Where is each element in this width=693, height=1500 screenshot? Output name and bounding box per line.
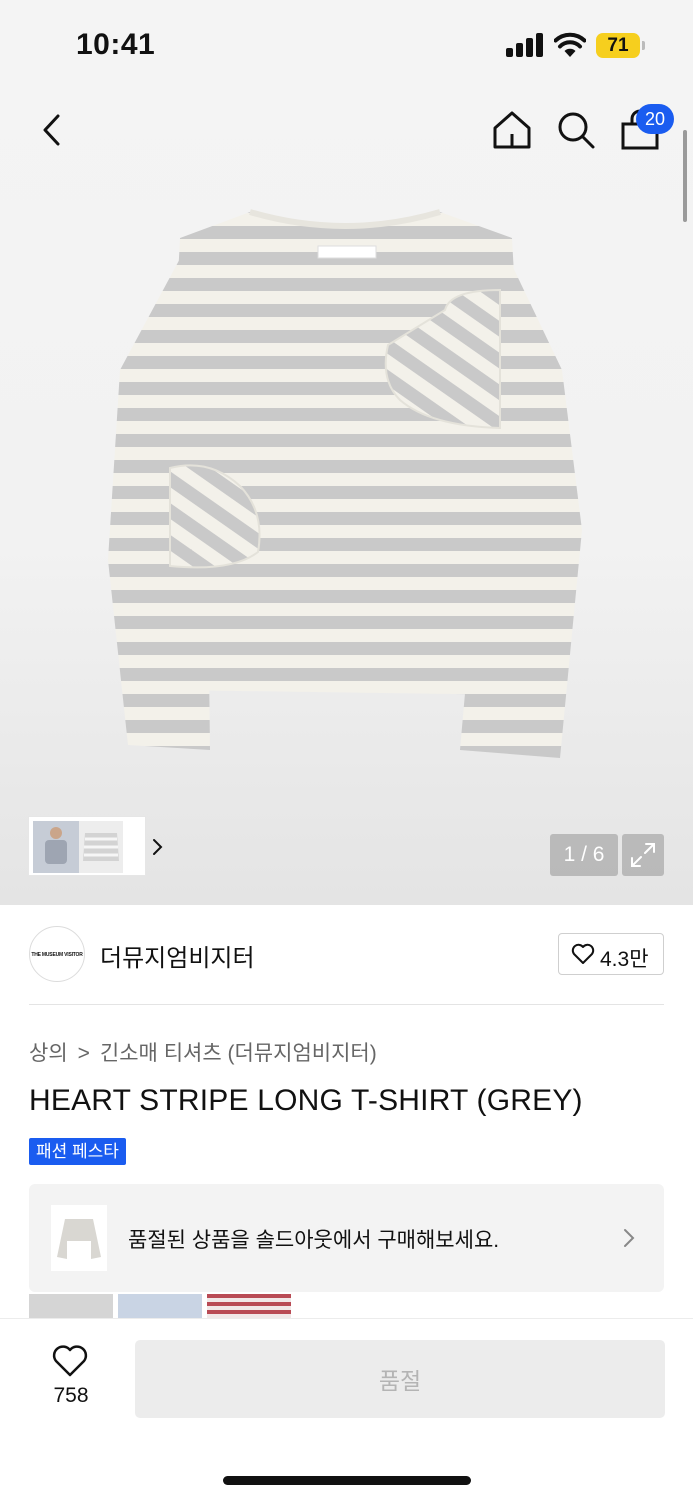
home-indicator xyxy=(223,1476,471,1485)
heart-icon xyxy=(571,943,595,964)
thumbnail-flat[interactable] xyxy=(79,821,123,873)
back-icon[interactable] xyxy=(34,108,74,152)
battery-icon: 71 xyxy=(596,33,646,58)
chevron-right-icon xyxy=(624,1229,635,1247)
product-title: HEART STRIPE LONG T-SHIRT (GREY) xyxy=(29,1084,583,1117)
search-icon[interactable] xyxy=(554,108,598,152)
product-gallery: 10:41 71 20 1 / 6 xyxy=(0,0,693,905)
seller-follow-count: 4.3만 xyxy=(600,948,649,971)
related-product-thumbnail[interactable] xyxy=(207,1294,291,1318)
expand-icon[interactable] xyxy=(622,834,664,876)
soldout-banner[interactable]: 품절된 상품을 솔드아웃에서 구매해보세요. xyxy=(29,1184,664,1292)
product-image[interactable] xyxy=(100,200,590,770)
status-bar: 10:41 71 xyxy=(0,0,693,90)
divider xyxy=(29,1004,664,1005)
soldout-banner-text: 품절된 상품을 솔드아웃에서 구매해보세요. xyxy=(128,1229,500,1252)
related-products-row xyxy=(29,1294,291,1318)
related-product-thumbnail[interactable] xyxy=(29,1294,113,1318)
battery-level: 71 xyxy=(596,33,640,58)
breadcrumb-category[interactable]: 상의 xyxy=(29,1042,68,1065)
home-icon[interactable] xyxy=(490,108,534,152)
breadcrumb: 상의 > 긴소매 티셔츠 (더뮤지엄비지터) xyxy=(29,1037,377,1067)
status-time: 10:41 xyxy=(76,28,156,61)
chevron-right-icon[interactable] xyxy=(149,835,167,859)
event-badge: 패션 페스타 xyxy=(29,1138,126,1165)
wifi-icon xyxy=(554,32,586,57)
seller-logo[interactable]: THE MUSEUM VISITOR xyxy=(29,926,85,982)
image-page-counter: 1 / 6 xyxy=(550,834,618,876)
thumbnail-strip[interactable] xyxy=(28,816,163,876)
cart-count-badge: 20 xyxy=(636,104,674,134)
scroll-indicator xyxy=(683,130,687,222)
heart-icon[interactable] xyxy=(51,1344,89,1378)
seller-follow-button[interactable]: 4.3만 xyxy=(558,933,664,975)
related-product-thumbnail[interactable] xyxy=(118,1294,202,1318)
breadcrumb-separator-icon: > xyxy=(77,1042,90,1065)
breadcrumb-subcategory[interactable]: 긴소매 티셔츠 (더뮤지엄비지터) xyxy=(100,1042,377,1065)
like-count: 758 xyxy=(53,1384,89,1407)
signal-icon xyxy=(506,33,544,57)
soldout-button[interactable]: 품절 xyxy=(135,1340,665,1418)
soldout-banner-thumbnail xyxy=(51,1205,107,1271)
seller-name[interactable]: 더뮤지엄비지터 xyxy=(100,938,255,973)
thumbnail-model[interactable] xyxy=(33,821,79,873)
